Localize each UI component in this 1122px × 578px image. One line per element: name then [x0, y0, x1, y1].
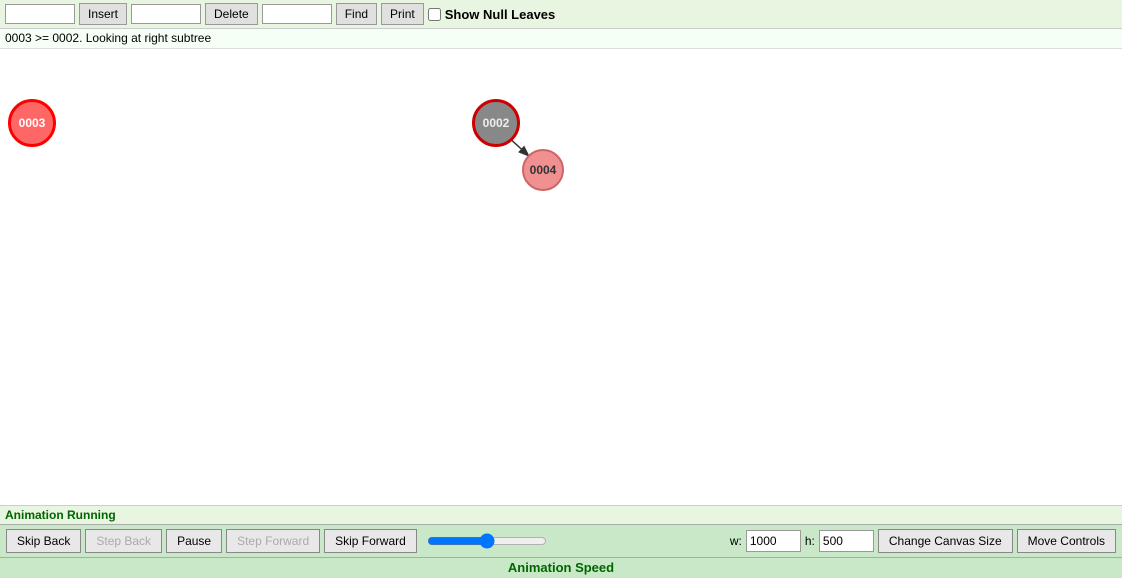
toolbar: Insert Delete Find Print Show Null Leave… — [0, 0, 1122, 29]
node-0002: 0002 — [472, 99, 520, 147]
node-0004-label: 0004 — [530, 163, 557, 177]
status-message: 0003 >= 0002. Looking at right subtree — [5, 31, 211, 45]
canvas-h-input[interactable] — [819, 530, 874, 552]
speed-slider-area — [427, 533, 547, 549]
insert-button[interactable]: Insert — [79, 3, 127, 25]
step-forward-button[interactable]: Step Forward — [226, 529, 320, 553]
step-back-button[interactable]: Step Back — [85, 529, 162, 553]
delete-button[interactable]: Delete — [205, 3, 258, 25]
canvas-w-label: w: — [730, 534, 742, 548]
animation-speed-label-bar: Animation Speed — [0, 557, 1122, 578]
animation-speed-slider[interactable] — [427, 533, 547, 549]
node-0003-label: 0003 — [19, 116, 46, 130]
animation-speed-label: Animation Speed — [508, 560, 614, 575]
canvas-h-label: h: — [805, 534, 815, 548]
find-button[interactable]: Find — [336, 3, 377, 25]
pause-button[interactable]: Pause — [166, 529, 222, 553]
show-null-leaves-text: Show Null Leaves — [445, 7, 556, 22]
input-field-3[interactable] — [262, 4, 332, 24]
node-0003: 0003 — [8, 99, 56, 147]
canvas-area: 0003 0002 0004 — [0, 49, 1122, 505]
skip-back-button[interactable]: Skip Back — [6, 529, 81, 553]
animation-running-text: Animation Running — [5, 508, 116, 522]
status-bar: 0003 >= 0002. Looking at right subtree — [0, 29, 1122, 49]
move-controls-button[interactable]: Move Controls — [1017, 529, 1116, 553]
svg-overlay — [0, 49, 1122, 505]
canvas-w-input[interactable] — [746, 530, 801, 552]
change-canvas-size-button[interactable]: Change Canvas Size — [878, 529, 1013, 553]
show-null-leaves-checkbox[interactable] — [428, 8, 441, 21]
node-0002-label: 0002 — [483, 116, 510, 130]
bottom-control-bar: Skip Back Step Back Pause Step Forward S… — [0, 524, 1122, 557]
show-null-leaves-label[interactable]: Show Null Leaves — [428, 7, 556, 22]
animation-running-bar: Animation Running — [0, 505, 1122, 524]
skip-forward-button[interactable]: Skip Forward — [324, 529, 417, 553]
node-0004: 0004 — [522, 149, 564, 191]
canvas-size-area: w: h: Change Canvas Size Move Controls — [730, 529, 1116, 553]
input-field-2[interactable] — [131, 4, 201, 24]
print-button[interactable]: Print — [381, 3, 424, 25]
input-field-1[interactable] — [5, 4, 75, 24]
